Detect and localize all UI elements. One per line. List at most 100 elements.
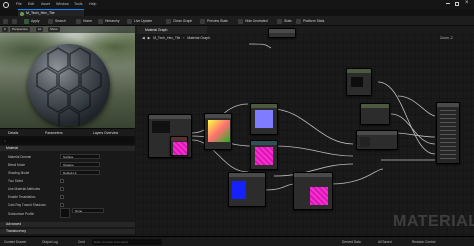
node-preview (232, 181, 246, 199)
show-button[interactable]: Show (48, 27, 60, 32)
preview-sphere (28, 44, 110, 126)
prop-label: Enable Tessellation (8, 195, 36, 199)
menu-edit[interactable]: Edit (28, 2, 34, 6)
search-icon (48, 18, 53, 24)
color-node[interactable] (204, 113, 232, 150)
tab-parameters[interactable]: Parameters (45, 131, 63, 135)
menu-window[interactable]: Window (56, 2, 69, 6)
prop-label: Material Domain (8, 155, 32, 159)
menu-help[interactable]: Help (89, 2, 96, 6)
roughness-node[interactable] (346, 68, 372, 96)
comment-node[interactable] (268, 28, 296, 38)
node-preview (255, 110, 273, 128)
apply-button[interactable]: Apply (24, 18, 39, 24)
cast-ray-traced-shadows-checkbox[interactable] (60, 203, 64, 207)
search-button[interactable]: Search (48, 18, 66, 24)
menu-tools[interactable]: Tools (74, 2, 82, 6)
minimize-icon[interactable] (446, 3, 450, 4)
emissive-node[interactable] (356, 130, 398, 150)
material-domain-select[interactable]: Surface (60, 154, 100, 159)
node-header (171, 137, 187, 141)
browse-button[interactable] (12, 18, 17, 24)
save-button[interactable] (3, 18, 8, 24)
tab-details[interactable]: Details (8, 131, 18, 135)
material-output-node[interactable] (436, 102, 460, 164)
enable-tessellation-checkbox[interactable] (60, 195, 64, 199)
title-bar: File Edit Asset Window Tools Help × (0, 0, 474, 9)
preview-state-button[interactable]: Preview State (200, 18, 228, 24)
lerp-node[interactable] (250, 140, 278, 170)
node-preview (351, 77, 363, 87)
section-material[interactable]: Material (0, 146, 135, 151)
apply-icon (24, 18, 29, 24)
prop-label: Cast Ray Traced Shadows (8, 203, 46, 207)
node-header (437, 103, 459, 107)
node-preview (360, 137, 370, 147)
close-icon[interactable]: × (465, 0, 469, 6)
stats-button[interactable]: Stats (277, 18, 292, 24)
console-placeholder: Enter Console Command (94, 240, 128, 244)
live-update-button[interactable]: Live Update (127, 18, 152, 24)
platform-stats-label: Platform Stats (303, 19, 325, 23)
details-search-input[interactable]: ⌕ (2, 138, 133, 143)
blend-mode-select[interactable]: Opaque (60, 162, 100, 167)
node-preview (310, 187, 328, 205)
stats-icon (277, 18, 282, 24)
node-header (205, 114, 231, 118)
content-drawer-button[interactable]: Content Drawer (4, 240, 26, 244)
section-advanced[interactable]: Advanced (0, 222, 135, 227)
asset-tab[interactable]: M_Tech_Hex_Tile (18, 9, 84, 16)
revision-control-button[interactable]: Revision Control (412, 240, 435, 244)
live-update-icon (127, 18, 132, 24)
preview-state-icon (200, 18, 205, 24)
node-header (347, 69, 371, 73)
hex-pattern (36, 47, 102, 126)
perspective-button[interactable]: Perspective (10, 27, 30, 32)
section-translucency[interactable]: Translucency (0, 229, 135, 234)
subsurface-thumbnail[interactable] (60, 208, 70, 218)
console-input[interactable]: Enter Console Command (92, 239, 162, 245)
derived-data-button[interactable]: Derived Data (342, 240, 361, 244)
output-log-button[interactable]: Output Log (42, 240, 58, 244)
status-bar: Content Drawer Output Log Cmd Enter Cons… (0, 236, 474, 246)
subsurface-profile-select[interactable]: None (72, 208, 104, 213)
lit-button[interactable]: Lit (36, 27, 44, 32)
node-preview (152, 121, 170, 133)
viewport-menu-button[interactable]: ≡ (2, 27, 8, 32)
clean-graph-button[interactable]: Clean Graph (166, 18, 192, 24)
menu-file[interactable]: File (16, 2, 22, 6)
tab-material-graph[interactable]: Material Graph (137, 26, 207, 34)
menu-asset[interactable]: Asset (41, 2, 50, 6)
node-preview (255, 147, 273, 165)
node-header (269, 29, 295, 33)
two-sided-checkbox[interactable] (60, 179, 64, 183)
hide-unrelated-button[interactable]: Hide Unrelated (238, 18, 268, 24)
normal-node[interactable] (250, 103, 278, 135)
node-preview (208, 120, 230, 142)
platform-stats-button[interactable]: Platform Stats (296, 18, 324, 24)
node-header (149, 115, 191, 119)
folder-icon (12, 18, 17, 24)
stats-label: Stats (284, 19, 292, 23)
mask-node[interactable] (170, 136, 188, 156)
multiply-node[interactable] (293, 172, 333, 210)
preview-viewport[interactable] (0, 26, 135, 128)
material-icon (20, 11, 24, 16)
prop-label: Blend Mode (8, 163, 26, 167)
clean-graph-icon (166, 18, 171, 24)
shading-model-select[interactable]: Default Lit (60, 170, 100, 175)
hide-unrelated-label: Hide Unrelated (245, 19, 268, 23)
hierarchy-button[interactable]: Hierarchy (98, 18, 120, 24)
hide-unrelated-icon (238, 18, 243, 24)
maximize-icon[interactable] (455, 2, 459, 6)
use-material-attributes-checkbox[interactable] (60, 187, 64, 191)
unreal-logo-icon (3, 1, 9, 8)
all-saved-label[interactable]: All Saved (378, 240, 391, 244)
details-panel: Material Material Domain Surface Blend M… (0, 145, 135, 236)
home-button[interactable]: Home (76, 18, 92, 24)
cmd-button[interactable]: Cmd (78, 240, 85, 244)
tab-layers-overview[interactable]: Layers Overview (93, 131, 118, 135)
node-header (357, 131, 397, 135)
blue-color-node[interactable] (228, 172, 266, 207)
metallic-node[interactable] (360, 103, 390, 125)
